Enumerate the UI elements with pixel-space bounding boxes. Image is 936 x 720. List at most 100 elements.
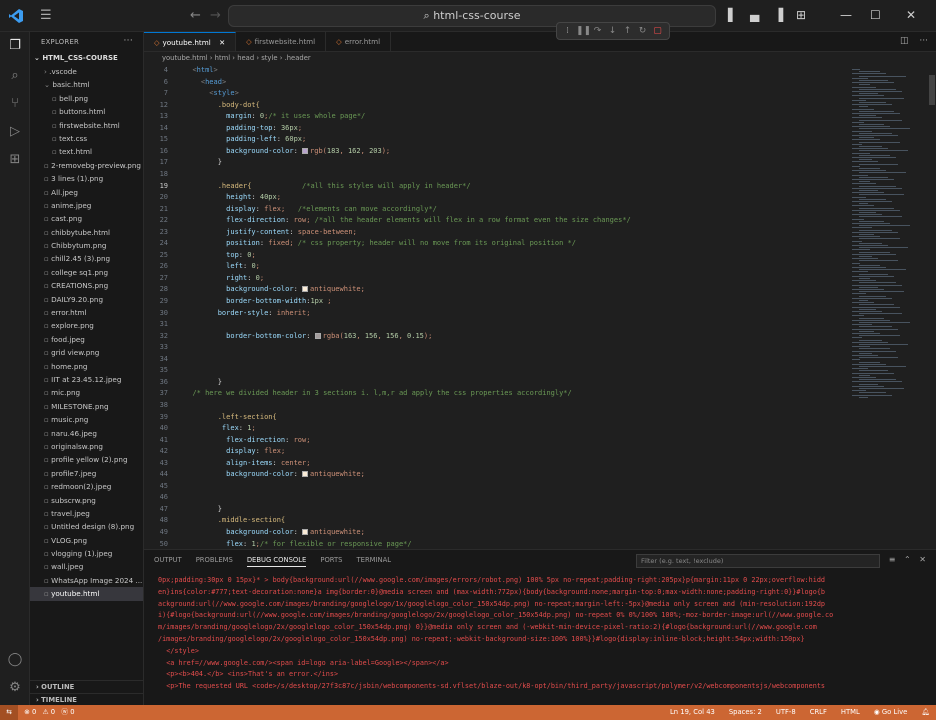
run-debug-icon[interactable]: ▷: [6, 124, 24, 142]
file-item[interactable]: ▫ music.png: [30, 413, 143, 426]
file-item[interactable]: ▫ explore.png: [30, 319, 143, 332]
file-item[interactable]: ▫ cast.png: [30, 212, 143, 225]
code-line[interactable]: 23 justify-content: space-between;: [144, 227, 357, 239]
code-line[interactable]: 6 <head>: [144, 77, 226, 89]
file-item[interactable]: ▫ subscrw.png: [30, 494, 143, 507]
code-line[interactable]: 13 margin: 0;/* it uses whole page*/: [144, 111, 366, 123]
file-item[interactable]: ▫ 3 lines (1).png: [30, 172, 143, 185]
code-line[interactable]: 32 border-bottom-color: rgba(163, 156, 1…: [144, 331, 433, 343]
file-item[interactable]: ▫ vlogging (1).jpeg: [30, 547, 143, 560]
step-into-icon[interactable]: ↓: [606, 26, 619, 36]
extensions-icon[interactable]: ⊞: [6, 152, 24, 170]
file-item[interactable]: ▫ wall.jpeg: [30, 560, 143, 573]
file-item[interactable]: ▫ Chibbytum.png: [30, 239, 143, 252]
file-item[interactable]: ▫ All.jpeg: [30, 186, 143, 199]
code-line[interactable]: 43 align-items: center;: [144, 458, 311, 470]
code-line[interactable]: 25 top: 0;: [144, 250, 256, 262]
code-line[interactable]: 22 flex-direction: row; /*all the header…: [144, 215, 631, 227]
code-line[interactable]: 34: [144, 354, 184, 366]
remote-indicator-icon[interactable]: ⇆: [0, 705, 18, 720]
code-line[interactable]: 39 .left-section{: [144, 412, 277, 424]
color-swatch[interactable]: [302, 471, 309, 478]
breadcrumb-item[interactable]: head: [237, 54, 254, 62]
panel-tab[interactable]: PORTS: [320, 556, 342, 567]
account-icon[interactable]: ◯: [6, 652, 24, 670]
forward-arrow-icon[interactable]: →: [210, 8, 221, 23]
language-mode[interactable]: HTML: [841, 705, 860, 720]
maximize-panel-icon[interactable]: ⌃: [904, 555, 911, 564]
back-arrow-icon[interactable]: ←: [190, 8, 201, 23]
code-line[interactable]: 14 padding-top: 36px;: [144, 123, 302, 135]
code-line[interactable]: 45: [144, 481, 184, 493]
panel-tab[interactable]: OUTPUT: [154, 556, 182, 567]
code-line[interactable]: 16 background-color: rgb(183, 162, 203);: [144, 146, 391, 158]
file-item[interactable]: ▫ naru.46.jpeg: [30, 427, 143, 440]
code-line[interactable]: 19 .header{ /*all this styles will apply…: [144, 181, 471, 193]
code-line[interactable]: 18: [144, 169, 184, 181]
file-item[interactable]: ▫ redmoon(2).jpeg: [30, 480, 143, 493]
file-item[interactable]: ▫ college sq1.png: [30, 266, 143, 279]
code-line[interactable]: 46: [144, 492, 184, 504]
folder-item[interactable]: › .vscode: [30, 65, 143, 78]
settings-gear-icon[interactable]: ⚙: [6, 680, 24, 698]
file-item[interactable]: ▫ travel.jpeg: [30, 507, 143, 520]
code-line[interactable]: 15 padding-left: 60px;: [144, 134, 307, 146]
file-item[interactable]: ▫ youtube.html: [30, 587, 143, 601]
file-item[interactable]: ▫ mic.png: [30, 386, 143, 399]
file-item[interactable]: ▫ profile yellow (2).png: [30, 453, 143, 466]
tab-error-html[interactable]: ◇ error.html: [326, 32, 392, 51]
file-item[interactable]: ▫ chibbytube.html: [30, 226, 143, 239]
code-line[interactable]: 24 position: fixed; /* css property; hea…: [144, 238, 576, 250]
panel-tab[interactable]: TERMINAL: [357, 556, 392, 567]
code-line[interactable]: 42 display: flex;: [144, 446, 286, 458]
ports-count[interactable]: ⓦ 0: [61, 708, 74, 716]
toggle-panel-icon[interactable]: ▄: [750, 8, 759, 22]
code-line[interactable]: 26 left: 0;: [144, 261, 260, 273]
panel-tab[interactable]: PROBLEMS: [196, 556, 233, 567]
split-editor-icon[interactable]: ◫: [900, 36, 909, 46]
explorer-icon[interactable]: ❐: [6, 38, 24, 56]
code-line[interactable]: 38: [144, 400, 184, 412]
code-line[interactable]: 12 .body-dot{: [144, 100, 260, 112]
file-item[interactable]: ▫ error.html: [30, 306, 143, 319]
workspace-folder[interactable]: ⌄ HTML_CSS-COURSE: [30, 52, 143, 65]
file-item[interactable]: ▫ IIT at 23.45.12.jpeg: [30, 373, 143, 386]
notifications-icon[interactable]: 🔔︎: [921, 705, 930, 720]
file-item[interactable]: ▫ chill2.45 (3).png: [30, 252, 143, 265]
pause-icon[interactable]: ❚❚: [576, 26, 591, 36]
breadcrumb-item[interactable]: youtube.html: [162, 54, 208, 62]
code-line[interactable]: 50 flex: 1;/* for flexible or responsive…: [144, 539, 412, 549]
file-item[interactable]: ▫ bell.png: [30, 92, 143, 105]
search-icon[interactable]: ⌕: [6, 68, 24, 86]
color-swatch[interactable]: [302, 147, 309, 154]
file-item[interactable]: ▫ text.css: [30, 132, 143, 145]
stop-icon[interactable]: ▢: [651, 26, 664, 36]
folder-item[interactable]: ⌄ basic.html: [30, 78, 143, 91]
breadcrumb-item[interactable]: html: [215, 54, 230, 62]
close-panel-icon[interactable]: ✕: [919, 555, 926, 564]
tab-youtube-html[interactable]: ◇ youtube.html ✕: [144, 32, 237, 51]
code-line[interactable]: 47 }: [144, 504, 222, 516]
minimap[interactable]: [848, 65, 928, 549]
outline-section[interactable]: › OUTLINE: [30, 680, 144, 693]
customize-layout-icon[interactable]: ⊞: [796, 8, 806, 22]
drag-handle-icon[interactable]: ⁞: [561, 26, 574, 36]
step-out-icon[interactable]: ↑: [621, 26, 634, 36]
code-line[interactable]: 20 height: 40px;: [144, 192, 281, 204]
code-line[interactable]: 4 <html>: [144, 65, 218, 77]
code-line[interactable]: 48 .middle-section{: [144, 515, 286, 527]
breadcrumb-item[interactable]: .header: [285, 54, 311, 62]
toggle-primary-sidebar-icon[interactable]: ▌: [728, 8, 737, 22]
more-actions-icon[interactable]: ···: [919, 36, 928, 46]
code-line[interactable]: 27 right: 0;: [144, 273, 265, 285]
file-item[interactable]: ▫ Untitled design (8).png: [30, 520, 143, 533]
file-item[interactable]: ▫ anime.jpeg: [30, 199, 143, 212]
errors-count[interactable]: ⊗ 0: [24, 708, 36, 716]
file-item[interactable]: ▫ CREATIONS.png: [30, 279, 143, 292]
close-tab-icon[interactable]: ✕: [219, 38, 225, 47]
scrollbar-thumb[interactable]: [929, 75, 935, 105]
file-item[interactable]: ▫ profile7.jpeg: [30, 467, 143, 480]
color-swatch[interactable]: [314, 332, 321, 339]
color-swatch[interactable]: [302, 529, 309, 535]
code-line[interactable]: 37 /* here we divided header in 3 sectio…: [144, 388, 572, 400]
